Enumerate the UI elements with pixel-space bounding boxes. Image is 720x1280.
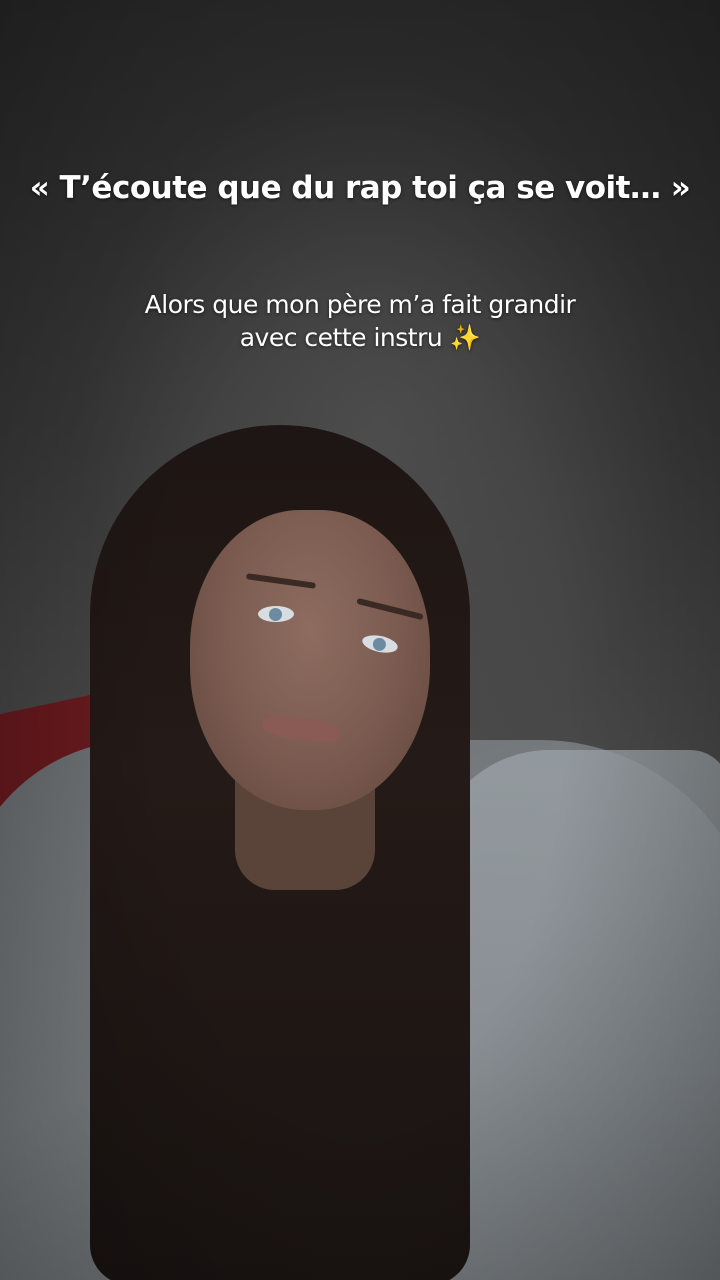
overlay-subtitle-line-1: Alors que mon père m’a fait grandir — [144, 290, 576, 319]
video-frame[interactable]: « T’écoute que du rap toi ça se voit… » … — [0, 0, 720, 1280]
overlay-subtitle-line-2: avec cette instru ✨ — [239, 323, 481, 352]
overlay-title: « T’écoute que du rap toi ça se voit… » — [29, 170, 691, 206]
overlay-subtitle: Alors que mon père m’a fait grandir avec… — [0, 288, 720, 354]
